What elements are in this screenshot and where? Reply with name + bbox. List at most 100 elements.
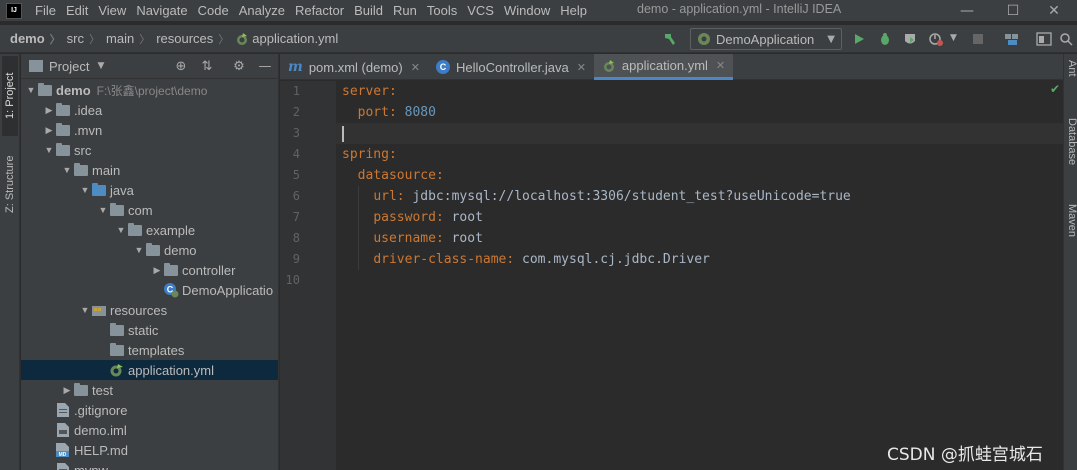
tree-item[interactable]: ▶ test [21, 380, 278, 400]
tree-item[interactable]: ▼ java [21, 180, 278, 200]
code-line[interactable]: password: root [342, 207, 483, 228]
tab-application-yml[interactable]: application.yml ✕ [593, 54, 734, 80]
tree-item[interactable]: ▶ .mvn [21, 120, 278, 140]
maximize-button[interactable]: ☐ [990, 0, 1036, 21]
tree-item[interactable]: .gitignore [21, 400, 278, 420]
ant-tool-tab[interactable]: Ant [1064, 60, 1077, 77]
tree-item[interactable]: ▼ src [21, 140, 278, 160]
project-structure-icon[interactable] [1004, 31, 1020, 47]
project-tool-tab[interactable]: 1: Project [2, 56, 18, 136]
maven-tool-tab[interactable]: Maven [1064, 204, 1077, 237]
code-line[interactable]: url: jdbc:mysql://localhost:3306/student… [342, 186, 850, 207]
expand-arrow-down-icon[interactable]: ▼ [79, 180, 91, 200]
breadcrumb-src[interactable]: src 〉 [61, 31, 100, 47]
locate-target-icon[interactable]: ⊕ [173, 58, 189, 74]
menu-refactor[interactable]: Refactor [290, 0, 349, 21]
tree-item[interactable]: templates [21, 340, 278, 360]
code-line[interactable]: port: 8080 [342, 102, 436, 123]
yaml-key: spring [342, 147, 389, 162]
code-line[interactable]: driver-class-name: com.mysql.cj.jdbc.Dri… [342, 249, 710, 270]
expand-arrow-down-icon[interactable]: ▼ [97, 200, 109, 220]
tree-item-label: demo [56, 82, 91, 98]
tab-hellocontroller-java[interactable]: C HelloController.java ✕ [428, 54, 594, 80]
profiler-dropdown-icon[interactable]: ▼ [950, 33, 957, 43]
database-tool-tab[interactable]: Database [1064, 118, 1077, 165]
tree-item[interactable]: application.yml [21, 360, 278, 380]
code-line[interactable]: server: [342, 81, 397, 102]
menu-code[interactable]: Code [193, 0, 234, 21]
menu-view[interactable]: View [93, 0, 131, 21]
gear-icon[interactable]: ⚙ [231, 58, 247, 74]
expand-arrow-right-icon[interactable]: ▶ [151, 260, 163, 280]
menu-help[interactable]: Help [555, 0, 592, 21]
run-icon[interactable] [851, 31, 867, 47]
menu-analyze[interactable]: Analyze [234, 0, 290, 21]
yaml-colon: : [396, 189, 405, 204]
menu-edit[interactable]: Edit [61, 0, 93, 21]
close-tab-icon[interactable]: ✕ [716, 59, 725, 72]
close-tab-icon[interactable]: ✕ [577, 61, 586, 74]
breadcrumb-application-yml[interactable]: application.yml [229, 31, 338, 46]
profiler-icon[interactable] [928, 31, 944, 47]
layout-icon[interactable] [1036, 31, 1052, 47]
coverage-icon[interactable] [902, 31, 918, 47]
debug-icon[interactable] [877, 31, 893, 47]
code-line[interactable]: username: root [342, 228, 483, 249]
run-configuration-select[interactable]: DemoApplication ▼ [690, 28, 842, 50]
expand-arrow-right-icon[interactable]: ▶ [43, 120, 55, 140]
expand-arrow-down-icon[interactable]: ▼ [43, 140, 55, 160]
stop-icon[interactable] [970, 31, 986, 47]
tree-item[interactable]: ▶ .idea [21, 100, 278, 120]
hide-panel-icon[interactable]: — [257, 58, 273, 74]
build-hammer-icon[interactable] [662, 31, 678, 47]
view-dropdown-icon[interactable]: ▼ [97, 61, 104, 71]
tree-item[interactable]: ▼ demo [21, 240, 278, 260]
search-icon[interactable] [1058, 31, 1074, 47]
project-panel-title[interactable]: Project [49, 59, 89, 74]
minimize-button[interactable]: — [944, 0, 990, 21]
menu-file[interactable]: File [30, 0, 61, 21]
tree-item-label: demo [164, 242, 197, 258]
breadcrumb-demo[interactable]: demo 〉 [0, 31, 61, 47]
yaml-key: username [373, 231, 436, 246]
menu-window[interactable]: Window [499, 0, 555, 21]
tree-item[interactable]: C DemoApplicatio [21, 280, 278, 300]
tree-item[interactable]: demo.iml [21, 420, 278, 440]
menu-tools[interactable]: Tools [422, 0, 462, 21]
structure-tool-tab[interactable]: Z: Structure [2, 144, 18, 224]
code-line[interactable]: datasource: [342, 165, 444, 186]
menu-run[interactable]: Run [388, 0, 422, 21]
expand-arrow-down-icon[interactable]: ▼ [133, 240, 145, 260]
folder-icon [109, 322, 125, 338]
tree-item[interactable]: MD HELP.md [21, 440, 278, 460]
menu-build[interactable]: Build [349, 0, 388, 21]
code-line[interactable] [342, 123, 344, 144]
expand-arrow-down-icon[interactable]: ▼ [115, 220, 127, 240]
tree-item-label: templates [128, 342, 185, 358]
code-editor[interactable]: 1 2 3 4 5 6 7 8 9 10 server: port: 8080 spring: da… [280, 81, 1063, 470]
code-line[interactable]: spring: [342, 144, 397, 165]
menu-navigate[interactable]: Navigate [131, 0, 192, 21]
close-window-button[interactable]: ✕ [1031, 0, 1077, 21]
breadcrumb-resources[interactable]: resources 〉 [150, 31, 229, 47]
tree-item[interactable]: ▶ controller [21, 260, 278, 280]
expand-arrow-right-icon[interactable]: ▶ [61, 380, 73, 400]
breadcrumb-main[interactable]: main 〉 [100, 31, 150, 47]
tree-item[interactable]: static [21, 320, 278, 340]
expand-arrow-down-icon[interactable]: ▼ [79, 300, 91, 320]
tree-item[interactable]: ▼ com [21, 200, 278, 220]
collapse-all-icon[interactable]: ⇅ [199, 58, 215, 74]
expand-arrow-right-icon[interactable]: ▶ [43, 100, 55, 120]
expand-arrow-down-icon[interactable]: ▼ [61, 160, 73, 180]
tree-item[interactable]: ▼ main [21, 160, 278, 180]
tab-pom-xml[interactable]: m pom.xml (demo) ✕ [280, 54, 428, 80]
tree-item[interactable]: ▼ demo F:\张鑫\project\demo [21, 80, 278, 100]
menu-vcs[interactable]: VCS [462, 0, 499, 21]
tree-item-label: mvnw [74, 462, 108, 470]
tree-item[interactable]: ▼ example [21, 220, 278, 240]
navigation-bar: demo 〉 src 〉 main 〉 resources 〉 application.… [0, 25, 1077, 53]
tree-item[interactable]: ▼ resources [21, 300, 278, 320]
close-tab-icon[interactable]: ✕ [411, 61, 420, 74]
tree-item[interactable]: mvnw [21, 460, 278, 470]
expand-arrow-down-icon[interactable]: ▼ [25, 80, 37, 100]
